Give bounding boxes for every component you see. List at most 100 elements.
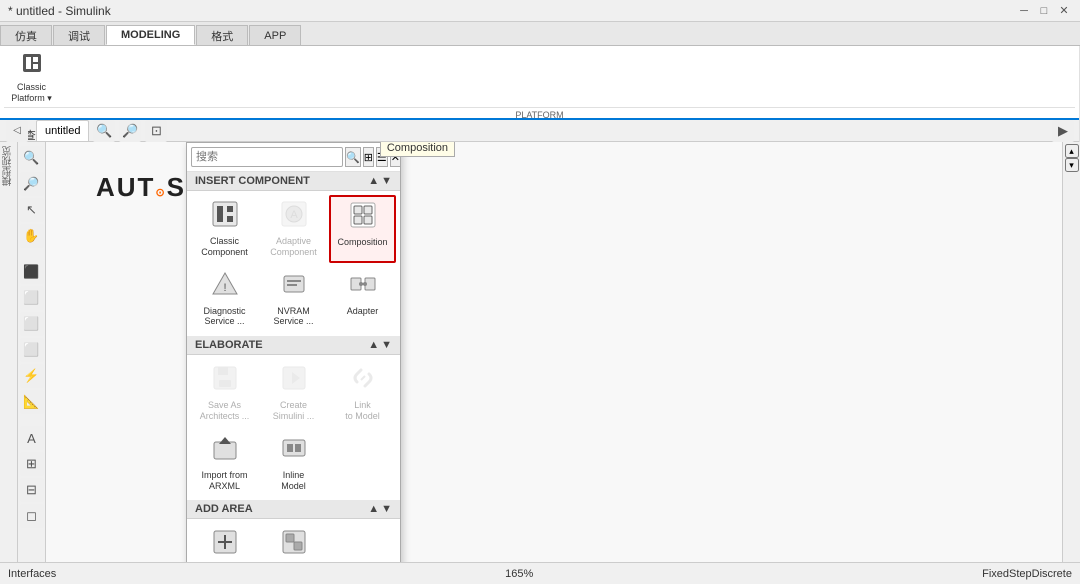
fit-btn[interactable]: ⊡ [145,120,167,142]
status-right: FixedStepDiscrete [982,568,1072,580]
window-controls[interactable]: ─ □ ✕ [1016,3,1072,19]
dropdown-grid-view-btn[interactable]: ⊞ [363,147,374,167]
block-tool-3[interactable]: ⬜ [20,312,44,336]
tab-format[interactable]: 格式 [196,25,248,45]
select-tool[interactable]: ↖ [20,198,44,222]
insert-component-grid: ClassicComponent A AdaptiveComponent Com… [187,191,400,336]
dropdown-search-btn[interactable]: 🔍 [345,147,361,167]
right-sidebar-btn-1[interactable]: ▴ [1065,144,1079,158]
inline-model-icon [280,434,308,468]
tab-modeling[interactable]: MODELING [106,25,195,45]
block-tool-6[interactable]: 📐 [20,390,44,414]
classic-platform-icon [20,51,44,81]
nvram-service-icon [280,270,308,304]
svg-text:A: A [290,209,298,221]
classic-platform-button[interactable]: ClassicPlatform ▾ [4,48,59,107]
section-chevrons-insert[interactable]: ▲ ▼ [368,175,392,187]
minimize-button[interactable]: ─ [1016,3,1032,19]
block-tool-7[interactable]: A [20,426,44,450]
diagnostic-service-icon: ! [211,270,239,304]
adaptive-component-label: AdaptiveComponent [270,236,317,258]
link-to-model-icon [349,364,377,398]
svg-text:!: ! [223,282,226,294]
import-arxml-item[interactable]: Import fromARXML [191,429,258,497]
classic-component-item[interactable]: ClassicComponent [191,195,258,263]
block-tool-1[interactable]: ⬛ [20,260,44,284]
status-center: 165% [505,568,533,580]
diagnostic-service-item[interactable]: ! DiagnosticService ... [191,265,258,333]
add-area-grid: 插入区域 使用区域分组 [187,519,400,562]
block-tool-2[interactable]: ⬜ [20,286,44,310]
classic-platform-label: ClassicPlatform ▾ [11,82,52,104]
add-area-section-header: ADD AREA ▲ ▼ [187,500,400,519]
save-as-architects-label: Save AsArchitects ... [200,400,250,422]
dropdown-search-input[interactable] [191,147,343,167]
elaborate-grid: Save AsArchitects ... CreateSimulini ...… [187,355,400,500]
block-tool-4[interactable]: ⬜ [20,338,44,362]
block-tool-8[interactable]: ⊞ [20,452,44,476]
zoom-minus-btn[interactable]: 🔎 [119,120,141,142]
maximize-button[interactable]: □ [1036,3,1052,19]
add-area-section-label: ADD AREA [195,503,253,515]
section-chevrons-elaborate[interactable]: ▲ ▼ [368,339,392,351]
create-simulink-icon [280,364,308,398]
insert-component-dropdown: 🔍 ⊞ ☰ ✕ INSERT COMPONENT ▲ ▼ [186,142,401,562]
zoom-out-tool[interactable]: 🔎 [20,172,44,196]
adaptive-component-icon: A [280,200,308,234]
block-tool-5[interactable]: ⚡ [20,364,44,388]
link-to-model-label: Linkto Model [345,400,380,422]
insert-component-section-label: INSERT COMPONENT [195,175,310,187]
nvram-service-item[interactable]: NVRAMService ... [260,265,327,333]
ribbon: ClassicPlatform ▾ PLATFORM 🔍 查找 ▾ ⬛ 比较 📋… [0,46,1080,120]
link-to-model-item: Linkto Model [329,359,396,427]
diagnostic-service-label: DiagnosticService ... [203,306,245,328]
adapter-label: Adapter [347,306,379,317]
create-simulink-label: CreateSimulini ... [273,400,315,422]
insert-area-icon [211,528,239,562]
zoom-plus-btn[interactable]: 🔍 [93,120,115,142]
scroll-right-btn[interactable]: ▶ [1052,120,1074,142]
dropdown-list-view-btn[interactable]: ☰ [376,147,388,167]
canvas-area[interactable]: AUT⊙SAR 🔍 ⊞ ☰ ✕ INSERT COMPONENT ▲ ▼ [46,142,1062,562]
block-tool-9[interactable]: ⊟ [20,478,44,502]
title-bar: * untitled - Simulink ─ □ ✕ [0,0,1080,22]
save-as-architects-item: Save AsArchitects ... [191,359,258,427]
create-simulink-item: CreateSimulini ... [260,359,327,427]
use-area-item[interactable]: 使用区域分组 [260,523,327,562]
adapter-item[interactable]: Adapter [329,265,396,333]
close-button[interactable]: ✕ [1056,3,1072,19]
tab-app[interactable]: APP [249,25,301,45]
ribbon-group-platform: ClassicPlatform ▾ PLATFORM [0,46,1080,123]
composition-label: Composition [337,237,387,248]
composition-item[interactable]: Composition Composition [329,195,396,263]
ribbon-group-platform-items: ClassicPlatform ▾ [4,48,1075,107]
tab-simulation[interactable]: 仿真 [0,25,52,45]
section-chevrons-add-area[interactable]: ▲ ▼ [368,503,392,515]
autosar-logo-o: ⊙ [155,187,166,199]
tab-untitled-label: untitled [45,125,80,137]
insert-component-section-header: INSERT COMPONENT ▲ ▼ [187,172,400,191]
classic-component-icon [211,200,239,234]
left-tool-panel: 🔍 🔎 ↖ ✋ ⬛ ⬜ ⬜ ⬜ ⚡ 📐 A ⊞ ⊟ ◻ [18,142,46,562]
tab-debug[interactable]: 调试 [53,25,105,45]
status-bar: Interfaces 165% FixedStepDiscrete [0,562,1080,584]
dropdown-search-row: 🔍 ⊞ ☰ ✕ [187,143,400,172]
right-sidebar-btn-2[interactable]: ▾ [1065,158,1079,172]
adapter-icon [349,270,377,304]
untitled-tab[interactable]: untitled [36,120,89,142]
use-area-icon [280,528,308,562]
left-panel-toggle[interactable]: ◁ [6,120,28,142]
inline-model-item[interactable]: InlineModel [260,429,327,497]
classic-component-label: ClassicComponent [201,236,248,258]
dropdown-close-btn[interactable]: ✕ [390,147,401,167]
pan-tool[interactable]: ✋ [20,224,44,248]
insert-area-item[interactable]: 插入区域 [191,523,258,562]
elaborate-section-header: ELABORATE ▲ ▼ [187,336,400,355]
zoom-in-tool[interactable]: 🔍 [20,146,44,170]
block-tool-10[interactable]: ◻ [20,504,44,528]
tab-bar: 仿真 调试 MODELING 格式 APP [0,22,1080,46]
elaborate-section-label: ELABORATE [195,339,263,351]
window-title: * untitled - Simulink [8,4,111,18]
import-arxml-icon [211,434,239,468]
nvram-service-label: NVRAMService ... [273,306,313,328]
